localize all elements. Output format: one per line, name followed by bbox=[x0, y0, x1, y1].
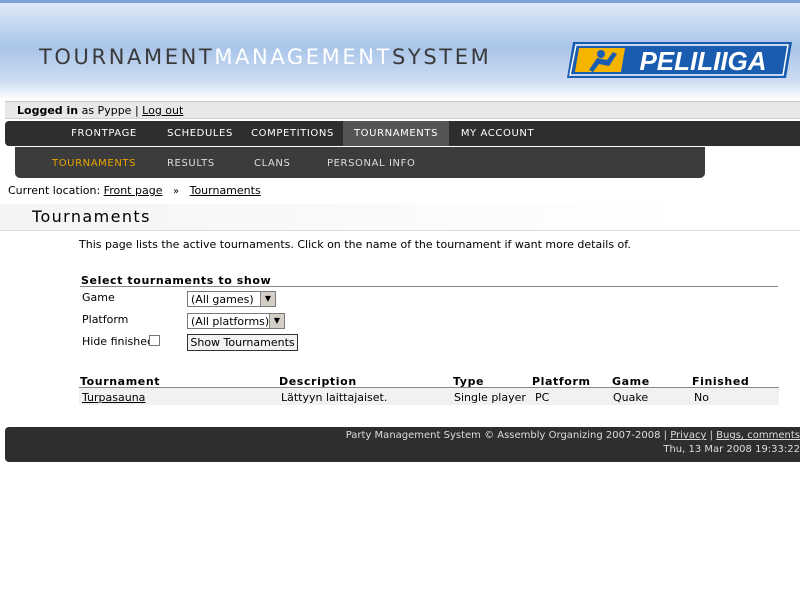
show-tournaments-button[interactable]: Show Tournaments bbox=[187, 334, 298, 351]
filter-divider bbox=[80, 286, 778, 287]
platform-select[interactable]: (All platforms) ▼ bbox=[187, 313, 285, 329]
cell-game: Quake bbox=[613, 391, 649, 404]
subnav-results[interactable]: RESULTS bbox=[167, 147, 215, 178]
footer-links: Party Management System © Assembly Organ… bbox=[346, 430, 800, 441]
cell-finished: No bbox=[694, 391, 709, 404]
site-title-part1: TOURNAMENT bbox=[39, 45, 215, 69]
login-bar: Logged in as Pyppe | Log out bbox=[5, 101, 800, 119]
logout-link[interactable]: Log out bbox=[142, 104, 183, 117]
nav-competitions[interactable]: COMPETITIONS bbox=[242, 121, 343, 146]
bugs-link[interactable]: Bugs, comments bbox=[716, 430, 800, 441]
footer-copyright: Party Management System © Assembly Organ… bbox=[345, 430, 661, 441]
nav-tournaments[interactable]: TOURNAMENTS bbox=[343, 121, 449, 146]
hide-finished-label: Hide finished bbox=[82, 335, 154, 348]
logged-in-label: Logged in bbox=[17, 104, 79, 117]
subnav-clans[interactable]: CLANS bbox=[254, 147, 290, 178]
breadcrumb: Current location: Front page » Tournamen… bbox=[8, 184, 261, 197]
nav-schedules[interactable]: SCHEDULES bbox=[158, 121, 242, 146]
subnav-personal-info[interactable]: PERSONAL INFO bbox=[327, 147, 415, 178]
nav-my-account[interactable]: MY ACCOUNT bbox=[449, 121, 546, 146]
breadcrumb-tournaments[interactable]: Tournaments bbox=[190, 184, 261, 197]
page-title: Tournaments bbox=[32, 207, 151, 226]
table-row bbox=[79, 388, 779, 405]
login-separator: | bbox=[134, 104, 139, 117]
platform-label: Platform bbox=[82, 313, 129, 326]
chevron-down-icon: ▼ bbox=[269, 314, 284, 328]
main-nav: FRONTPAGE SCHEDULES COMPETITIONS TOURNAM… bbox=[5, 121, 800, 146]
footer-separator: | bbox=[663, 430, 667, 441]
game-select-value: (All games) bbox=[191, 293, 254, 306]
footer: Party Management System © Assembly Organ… bbox=[5, 427, 800, 462]
cell-type: Single player bbox=[454, 391, 526, 404]
cell-description: Lättyyn laittajaiset. bbox=[281, 391, 388, 404]
page-heading: Tournaments bbox=[0, 204, 800, 231]
game-select[interactable]: (All games) ▼ bbox=[187, 291, 276, 307]
subnav-tournaments[interactable]: TOURNAMENTS bbox=[52, 147, 136, 178]
logo-text: PELILIIGA bbox=[639, 46, 766, 76]
site-header: TOURNAMENTMANAGEMENTSYSTEM PELILIIGA bbox=[0, 0, 800, 100]
page-intro: This page lists the active tournaments. … bbox=[79, 238, 631, 251]
game-label: Game bbox=[82, 291, 115, 304]
username: as Pyppe bbox=[81, 104, 132, 117]
privacy-link[interactable]: Privacy bbox=[670, 430, 706, 441]
site-title: TOURNAMENTMANAGEMENTSYSTEM bbox=[39, 45, 491, 69]
footer-timestamp: Thu, 13 Mar 2008 19:33:22 bbox=[663, 444, 800, 455]
tournament-link[interactable]: Turpasauna bbox=[82, 391, 145, 404]
site-title-part3: SYSTEM bbox=[391, 45, 492, 69]
platform-select-value: (All platforms) bbox=[191, 315, 270, 328]
footer-separator: | bbox=[709, 430, 713, 441]
chevron-down-icon: ▼ bbox=[260, 292, 275, 306]
cell-platform: PC bbox=[535, 391, 550, 404]
site-title-part2: MANAGEMENT bbox=[214, 45, 392, 69]
nav-frontpage[interactable]: FRONTPAGE bbox=[50, 121, 158, 146]
sub-nav: TOURNAMENTS RESULTS CLANS PERSONAL INFO bbox=[15, 147, 705, 178]
hide-finished-checkbox[interactable] bbox=[149, 335, 160, 346]
breadcrumb-prefix: Current location: bbox=[8, 184, 101, 197]
breadcrumb-separator: » bbox=[172, 186, 180, 197]
breadcrumb-front-page[interactable]: Front page bbox=[104, 184, 163, 197]
peliliiga-logo[interactable]: PELILIIGA bbox=[567, 40, 792, 80]
